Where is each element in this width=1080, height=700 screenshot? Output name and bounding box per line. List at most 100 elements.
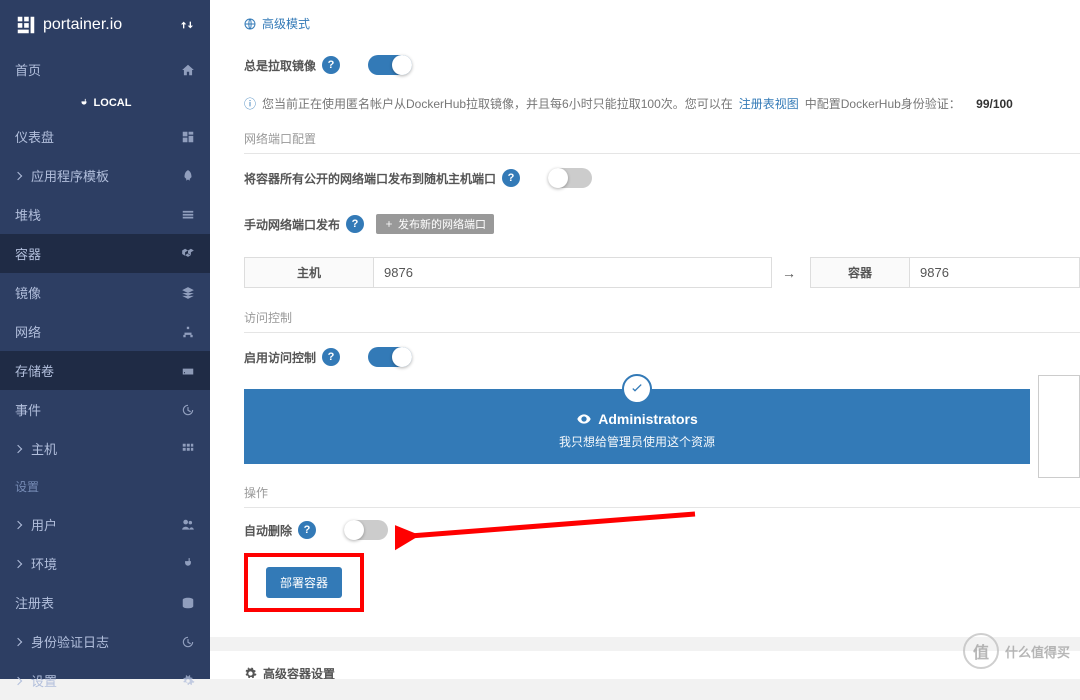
nav-item-3[interactable]: 容器 — [0, 234, 210, 273]
nav-item-4[interactable]: 设置 — [0, 661, 210, 700]
nav-item-8[interactable]: 主机 — [0, 429, 210, 468]
deploy-highlight-box: 部署容器 — [244, 553, 364, 612]
info-post: 中配置DockerHub身份验证： — [805, 95, 961, 112]
nav-label: 镜像 — [15, 283, 41, 302]
auto-remove-row: 自动删除 ? — [244, 508, 1080, 548]
advanced-mode-link[interactable]: 高级模式 — [244, 0, 1080, 47]
nav-label: 堆栈 — [15, 205, 41, 224]
nav-label: 注册表 — [15, 593, 54, 612]
always-pull-toggle[interactable] — [368, 55, 412, 75]
nav-item-3[interactable]: 身份验证日志 — [0, 622, 210, 661]
database-icon — [181, 596, 195, 610]
nav-label: 首页 — [15, 60, 41, 79]
nav-item-5[interactable]: 网络 — [0, 312, 210, 351]
nav-item-4[interactable]: 镜像 — [0, 273, 210, 312]
help-icon[interactable]: ? — [346, 215, 364, 233]
local-text: LOCAL — [94, 97, 132, 109]
nav-label: 存储卷 — [15, 361, 54, 380]
cogs-icon — [181, 674, 195, 688]
help-icon[interactable]: ? — [322, 56, 340, 74]
nav-item-1[interactable]: 环境 — [0, 544, 210, 583]
chevron-right-icon — [14, 637, 22, 645]
auto-remove-label: 自动删除 — [244, 522, 292, 539]
publish-all-row: 将容器所有公开的网络端口发布到随机主机端口 ? — [244, 154, 1080, 196]
nav-label: 仪表盘 — [15, 127, 54, 146]
port-section-title: 网络端口配置 — [244, 124, 1080, 154]
nav-home[interactable]: 首页 — [0, 50, 210, 89]
info-pre: 您当前正在使用匿名帐户从DockerHub拉取镜像，并且每6小时只能拉取100次… — [262, 95, 733, 112]
access-section-title: 访问控制 — [244, 303, 1080, 333]
local-badge: LOCAL — [0, 89, 210, 117]
chevron-right-icon — [14, 444, 22, 452]
container-label-cell: 容器 — [810, 257, 910, 288]
publish-all-toggle[interactable] — [548, 168, 592, 188]
help-icon[interactable]: ? — [502, 169, 520, 187]
registry-view-link[interactable]: 注册表视图 — [739, 95, 799, 112]
plug-icon — [79, 98, 89, 108]
admin-card[interactable]: Administrators 我只想给管理员使用这个资源 — [244, 389, 1030, 464]
nav-item-0[interactable]: 仪表盘 — [0, 117, 210, 156]
logo-row: portainer.io — [0, 0, 210, 50]
help-icon[interactable]: ? — [322, 348, 340, 366]
check-circle-icon — [622, 374, 652, 404]
grid-icon — [181, 442, 195, 456]
nav-label: 主机 — [31, 439, 57, 458]
publish-all-label: 将容器所有公开的网络端口发布到随机主机端口 — [244, 170, 496, 187]
info-icon: ⓘ — [244, 95, 256, 112]
enable-access-toggle[interactable] — [368, 347, 412, 367]
add-port-label: 发布新的网络端口 — [398, 216, 486, 232]
nav-item-1[interactable]: 应用程序模板 — [0, 156, 210, 195]
manual-publish-label: 手动网络端口发布 — [244, 216, 340, 233]
chevron-right-icon — [14, 171, 22, 179]
plus-icon — [384, 219, 394, 229]
swap-icon[interactable] — [179, 17, 195, 33]
port-mapping-row: 主机 → 容器 — [244, 257, 1080, 288]
cubes-icon — [181, 247, 195, 261]
logo[interactable]: portainer.io — [15, 14, 122, 36]
layers-icon — [181, 286, 195, 300]
plug-icon — [181, 557, 195, 571]
nav-label: 环境 — [31, 554, 57, 573]
admin-cards-wrap: Administrators 我只想给管理员使用这个资源 — [244, 375, 1080, 478]
help-icon[interactable]: ? — [298, 521, 316, 539]
gear-icon — [244, 667, 257, 679]
nav-label: 用户 — [31, 515, 57, 534]
always-pull-row: 总是拉取镜像 ? — [244, 47, 1080, 83]
enable-access-row: 启用访问控制 ? — [244, 333, 1080, 375]
home-icon — [181, 63, 195, 77]
restricted-card[interactable] — [1038, 375, 1080, 478]
nav-item-0[interactable]: 用户 — [0, 505, 210, 544]
host-label-cell: 主机 — [244, 257, 374, 288]
always-pull-label: 总是拉取镜像 — [244, 57, 316, 74]
chevron-right-icon — [14, 559, 22, 567]
nav-label: 容器 — [15, 244, 41, 263]
brand-text: portainer.io — [43, 16, 122, 34]
advanced-mode-text: 高级模式 — [262, 15, 310, 32]
list-icon — [181, 208, 195, 222]
container-port-input[interactable] — [910, 257, 1080, 288]
nav-item-2[interactable]: 堆栈 — [0, 195, 210, 234]
nav-label: 网络 — [15, 322, 41, 341]
nav-item-7[interactable]: 事件 — [0, 390, 210, 429]
auto-remove-toggle[interactable] — [344, 520, 388, 540]
main-content: 高级模式 总是拉取镜像 ? ⓘ 您当前正在使用匿名帐户从DockerHub拉取镜… — [210, 0, 1080, 679]
hdd-icon — [181, 364, 195, 378]
arrow-icon: → — [772, 257, 806, 288]
deploy-button[interactable]: 部署容器 — [266, 567, 342, 598]
manual-publish-row: 手动网络端口发布 ? 发布新的网络端口 — [244, 196, 1080, 242]
sitemap-icon — [181, 325, 195, 339]
admin-title-text: Administrators — [598, 411, 698, 427]
advanced-settings-header[interactable]: 高级容器设置 — [210, 637, 1080, 679]
pull-counter: 99/100 — [976, 97, 1013, 111]
sidebar: portainer.io 首页 LOCAL 仪表盘应用程序模板堆栈容器镜像网络存… — [0, 0, 210, 679]
portainer-logo-icon — [15, 14, 37, 36]
add-port-button[interactable]: 发布新的网络端口 — [376, 214, 494, 234]
nav-item-2[interactable]: 注册表 — [0, 583, 210, 622]
host-port-input[interactable] — [374, 257, 772, 288]
nav-label: 身份验证日志 — [31, 632, 109, 651]
nav-label: 设置 — [31, 671, 57, 690]
admin-title: Administrators — [254, 411, 1020, 427]
nav-item-6[interactable]: 存储卷 — [0, 351, 210, 390]
action-section-title: 操作 — [244, 478, 1080, 508]
settings-header: 设置 — [0, 468, 210, 505]
